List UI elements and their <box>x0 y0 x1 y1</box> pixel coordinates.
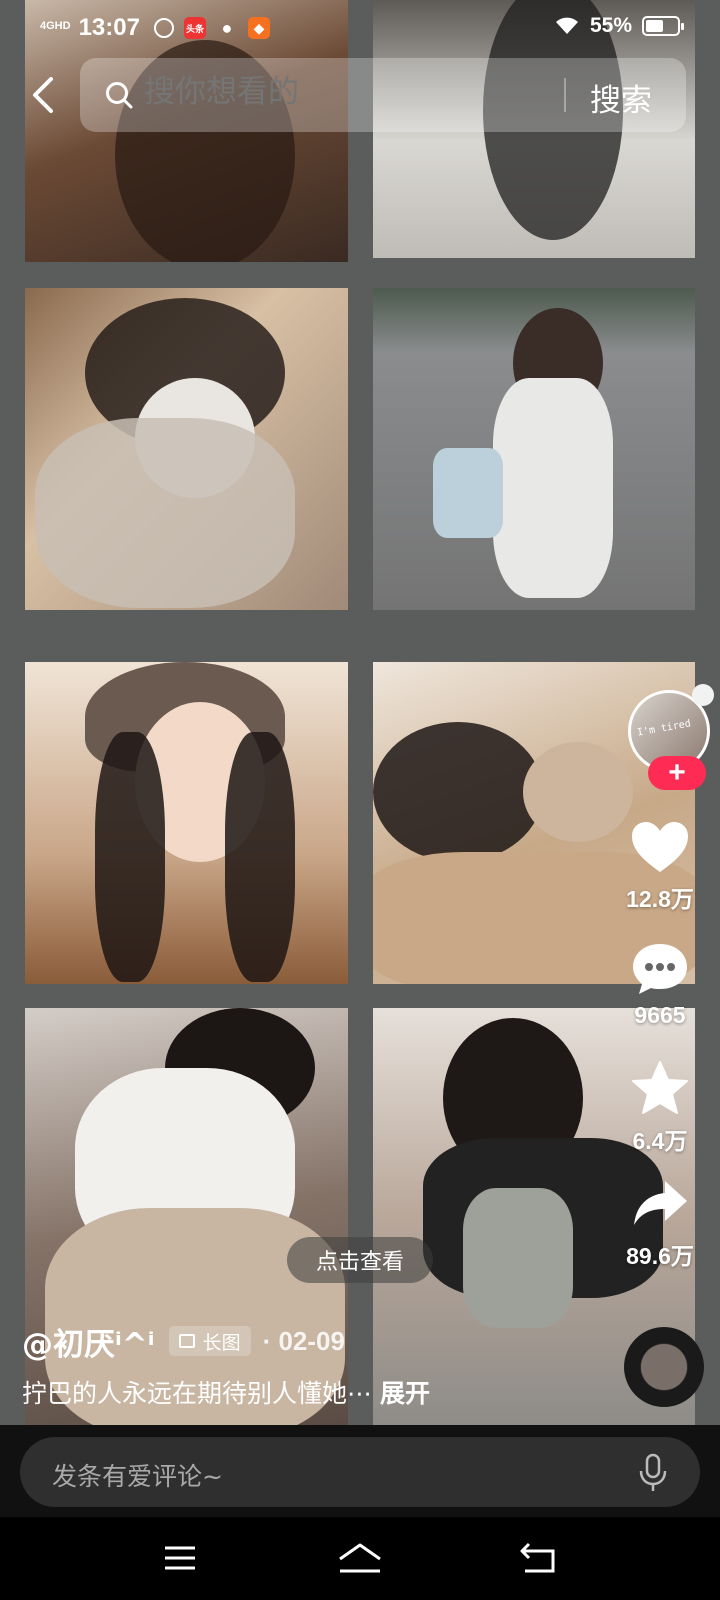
search-box[interactable]: 搜索 <box>80 58 686 132</box>
app-notification-icon: ◆ <box>247 17 270 39</box>
click-to-view-button[interactable]: 点击查看 <box>287 1237 433 1283</box>
mic-icon[interactable] <box>638 1453 668 1493</box>
post-date: · 02-09 <box>262 1325 345 1356</box>
screen: 4GHD 13:07 头条 ● ◆ 55% 搜索 I'm tired <box>0 0 720 1600</box>
back-button[interactable] <box>18 66 68 124</box>
favorite-button[interactable]: 6.4万 <box>600 1060 720 1156</box>
post-meta: @初厌ⁱ^ⁱ 长图 · 02-09 <box>22 1318 345 1364</box>
search-input[interactable] <box>144 74 544 110</box>
search-button[interactable]: 搜索 <box>590 75 652 120</box>
back-icon <box>33 77 53 113</box>
photo-tile <box>373 288 695 610</box>
toutiao-icon: 头条 <box>183 17 206 39</box>
long-image-badge: 长图 <box>168 1326 251 1356</box>
photo-tile <box>25 662 348 984</box>
photo-tile <box>25 288 348 610</box>
post-caption[interactable]: 拧巴的人永远在期待别人懂她⋯ 展开 <box>22 1374 430 1410</box>
like-count: 12.8万 <box>626 886 694 912</box>
system-nav-bar <box>0 1517 720 1600</box>
home-button[interactable] <box>330 1535 390 1581</box>
avatar-decoration-icon <box>692 684 714 706</box>
search-icon <box>106 82 133 109</box>
return-icon <box>520 1542 555 1573</box>
star-icon <box>632 1061 688 1114</box>
battery-icon <box>642 16 684 36</box>
clock: 13:07 <box>78 14 140 41</box>
comment-icon <box>633 944 687 994</box>
favorite-count: 6.4万 <box>632 1128 688 1154</box>
menu-icon <box>165 1546 195 1570</box>
share-count: 89.6万 <box>626 1243 694 1269</box>
comment-placeholder: 发条有爱评论~ <box>52 1462 223 1491</box>
menu-button[interactable] <box>150 1535 210 1581</box>
comment-input[interactable]: 发条有爱评论~ <box>20 1437 700 1507</box>
share-icon <box>634 1181 687 1225</box>
author-name[interactable]: @初厌ⁱ^ⁱ <box>22 1319 155 1364</box>
status-bar: 4GHD 13:07 头条 ● ◆ 55% <box>0 0 720 56</box>
author-avatar-button[interactable]: I'm tired + <box>628 684 714 790</box>
follow-button[interactable]: + <box>648 756 706 790</box>
home-icon <box>339 1543 381 1573</box>
comment-button[interactable]: 9665 <box>600 942 720 1029</box>
badge-label: 长图 <box>202 1331 241 1354</box>
caption-text: 拧巴的人永远在期待别人懂她⋯ <box>22 1379 373 1408</box>
avatar-text: I'm tired <box>636 718 692 739</box>
share-button[interactable]: 89.6万 <box>600 1177 720 1271</box>
search-header: 搜索 <box>0 58 720 132</box>
wifi-icon <box>555 17 578 34</box>
return-button[interactable] <box>508 1535 568 1581</box>
heart-icon <box>632 822 688 872</box>
wechat-icon: ● <box>221 17 233 38</box>
comment-count: 9665 <box>634 1002 686 1028</box>
notification-app-icon <box>153 18 174 38</box>
network-indicator: 4GHD <box>40 19 71 32</box>
search-divider <box>564 78 566 112</box>
music-disc[interactable] <box>624 1327 704 1407</box>
like-button[interactable]: 12.8万 <box>600 820 720 914</box>
expand-button[interactable]: 展开 <box>380 1379 430 1408</box>
image-icon <box>178 1334 195 1348</box>
comment-bar: 发条有爱评论~ <box>0 1425 720 1517</box>
battery-percent: 55% <box>589 14 632 37</box>
